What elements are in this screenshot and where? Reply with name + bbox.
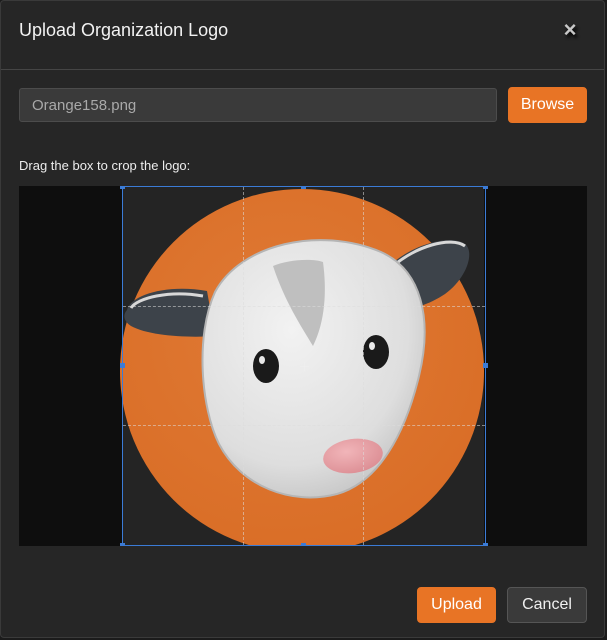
cancel-button[interactable]: Cancel	[507, 587, 587, 623]
upload-logo-dialog: Upload Organization Logo × Browse Drag t…	[0, 0, 605, 638]
crop-grid-line	[243, 187, 244, 545]
crop-grid-line	[123, 306, 485, 307]
crop-handle-top-right[interactable]	[483, 186, 488, 189]
upload-button[interactable]: Upload	[417, 587, 496, 623]
crop-handle-right[interactable]	[483, 363, 488, 368]
crop-handle-left[interactable]	[120, 363, 125, 368]
browse-button[interactable]: Browse	[508, 87, 587, 123]
close-icon: ×	[563, 17, 577, 42]
crop-handle-top[interactable]	[301, 186, 306, 189]
crop-handle-top-left[interactable]	[120, 186, 125, 189]
dialog-header: Upload Organization Logo ×	[1, 1, 604, 70]
crop-handle-bottom-right[interactable]	[483, 543, 488, 546]
crop-instruction: Drag the box to crop the logo:	[19, 158, 191, 173]
crop-handle-bottom[interactable]	[301, 543, 306, 546]
crop-selection-box[interactable]	[120, 186, 488, 546]
crop-handle-bottom-left[interactable]	[120, 543, 125, 546]
crop-grid-line	[363, 187, 364, 545]
file-name-input[interactable]	[19, 88, 497, 122]
crop-center-icon	[300, 362, 309, 371]
dialog-title: Upload Organization Logo	[19, 20, 229, 40]
crop-area	[19, 186, 587, 546]
close-button[interactable]: ×	[558, 15, 582, 45]
crop-grid-line	[123, 425, 485, 426]
